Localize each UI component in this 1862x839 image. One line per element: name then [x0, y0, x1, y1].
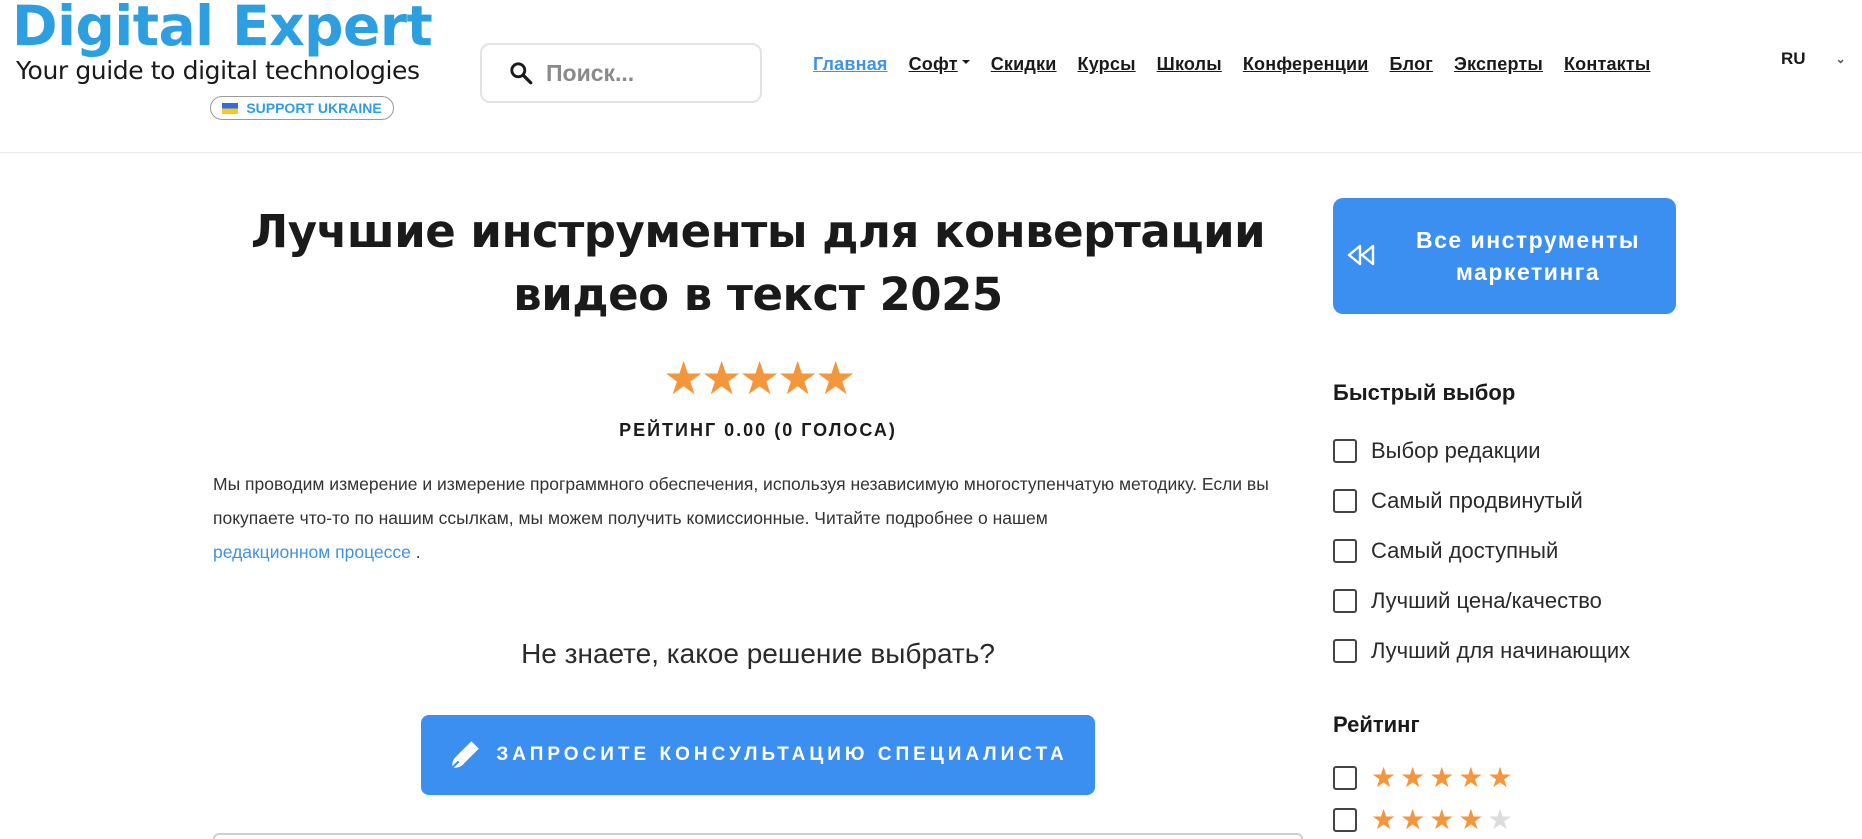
filter-best-for-beginners[interactable]: Лучший для начинающих	[1333, 638, 1630, 664]
nav-item-blog[interactable]: Блог	[1390, 54, 1433, 75]
rating-filter-4-stars[interactable]: ★ ★ ★ ★ ★	[1333, 806, 1513, 834]
caret-down-icon	[961, 60, 970, 65]
ukraine-flag-icon	[222, 102, 239, 114]
checkbox[interactable]	[1333, 639, 1357, 663]
checkbox[interactable]	[1333, 539, 1357, 563]
nav-item-schools[interactable]: Школы	[1157, 54, 1222, 75]
filter-best-value[interactable]: Лучший цена/качество	[1333, 588, 1602, 614]
affiliate-disclaimer: Мы проводим измерение и измерение програ…	[213, 467, 1313, 569]
chevron-down-icon: ⌄	[1835, 52, 1846, 66]
star-icon[interactable]: ★	[701, 355, 742, 401]
disclaimer-text: Мы проводим измерение и измерение програ…	[213, 474, 1269, 528]
logo-tagline: Your guide to digital technologies	[16, 56, 420, 85]
nav-item-experts[interactable]: Эксперты	[1454, 54, 1543, 75]
star-empty-icon: ★	[1487, 804, 1513, 835]
star-icon: ★	[1400, 762, 1426, 793]
star-icon[interactable]: ★	[739, 355, 780, 401]
star-icon[interactable]: ★	[815, 355, 856, 401]
search-icon	[510, 62, 533, 85]
filter-label: Лучший для начинающих	[1371, 638, 1631, 663]
search-box[interactable]	[480, 43, 762, 103]
language-label: RU	[1781, 49, 1806, 68]
star-icon: ★	[1458, 804, 1484, 835]
rewind-icon	[1347, 244, 1375, 266]
all-tools-line1: Все инструменты	[1415, 227, 1640, 253]
checkbox[interactable]	[1333, 766, 1357, 790]
filter-label: Выбор редакции	[1371, 438, 1541, 463]
nav-item-home[interactable]: Главная	[813, 54, 888, 75]
page-title-line2: видео в текст 2025	[513, 268, 1003, 321]
support-ukraine-label: SUPPORT UKRAINE	[246, 100, 382, 116]
star-icon: ★	[1458, 762, 1484, 793]
star-icon: ★	[1429, 804, 1455, 835]
support-ukraine-badge[interactable]: SUPPORT UKRAINE	[210, 96, 394, 120]
five-star-rating: ★ ★ ★ ★ ★	[1371, 764, 1513, 792]
nav-item-courses[interactable]: Курсы	[1078, 54, 1136, 75]
filter-editors-choice[interactable]: Выбор редакции	[1333, 438, 1541, 464]
language-selector[interactable]: RU ⌄	[1781, 49, 1846, 69]
checkbox[interactable]	[1333, 439, 1357, 463]
star-icon: ★	[1429, 762, 1455, 793]
page-title: Лучшие инструменты для конвертации видео…	[214, 200, 1302, 326]
pen-icon	[451, 741, 480, 769]
site-header: Digital Expert Your guide to digital tec…	[0, 0, 1862, 153]
all-marketing-tools-label: Все инструменты маркетинга	[1393, 224, 1663, 288]
filter-label: Самый доступный	[1371, 538, 1559, 563]
checkbox[interactable]	[1333, 489, 1357, 513]
page-title-line1: Лучшие инструменты для конвертации	[250, 205, 1266, 258]
quick-choice-heading: Быстрый выбор	[1333, 380, 1516, 405]
nav-item-contacts[interactable]: Контакты	[1564, 54, 1650, 75]
star-icon: ★	[1371, 762, 1397, 793]
rating-filter-5-stars[interactable]: ★ ★ ★ ★ ★	[1333, 764, 1513, 792]
star-icon[interactable]: ★	[777, 355, 818, 401]
main-nav: Главная Софт Скидки Курсы Школы Конферен…	[813, 54, 1650, 75]
rating-summary: РЕЙТИНГ 0.00 (0 ГОЛОСА)	[619, 420, 897, 440]
filter-label: Самый продвинутый	[1371, 488, 1583, 513]
disclaimer-end: .	[410, 542, 421, 562]
editorial-process-link[interactable]: редакционном процессе	[213, 542, 411, 562]
search-input[interactable]	[546, 59, 746, 87]
help-question: Не знаете, какое решение выбрать?	[521, 638, 995, 669]
nav-item-soft-label: Софт	[908, 54, 958, 74]
logo-title[interactable]: Digital Expert	[12, 0, 433, 58]
rating-filter-heading: Рейтинг	[1333, 712, 1420, 737]
request-consultation-button[interactable]: ЗАПРОСИТЕ КОНСУЛЬТАЦИЮ СПЕЦИАЛИСТА	[421, 715, 1095, 795]
filter-most-advanced[interactable]: Самый продвинутый	[1333, 488, 1583, 514]
all-tools-line2: маркетинга	[1455, 259, 1601, 285]
star-icon: ★	[1487, 762, 1513, 793]
checkbox[interactable]	[1333, 808, 1357, 832]
checkbox[interactable]	[1333, 589, 1357, 613]
filter-most-affordable[interactable]: Самый доступный	[1333, 538, 1558, 564]
all-marketing-tools-button[interactable]: Все инструменты маркетинга	[1333, 198, 1676, 314]
nav-item-discounts[interactable]: Скидки	[991, 54, 1057, 75]
rating-stars[interactable]: ★ ★ ★ ★ ★	[663, 355, 856, 401]
filter-label: Лучший цена/качество	[1371, 588, 1602, 613]
nav-item-conferences[interactable]: Конференции	[1243, 54, 1369, 75]
four-star-rating: ★ ★ ★ ★ ★	[1371, 806, 1513, 834]
request-consultation-label: ЗАПРОСИТЕ КОНСУЛЬТАЦИЮ СПЕЦИАЛИСТА	[496, 744, 1068, 765]
star-icon: ★	[1400, 804, 1426, 835]
star-icon[interactable]: ★	[663, 355, 704, 401]
comparison-table	[213, 833, 1303, 839]
nav-item-soft[interactable]: Софт	[909, 54, 970, 75]
star-icon: ★	[1371, 804, 1397, 835]
